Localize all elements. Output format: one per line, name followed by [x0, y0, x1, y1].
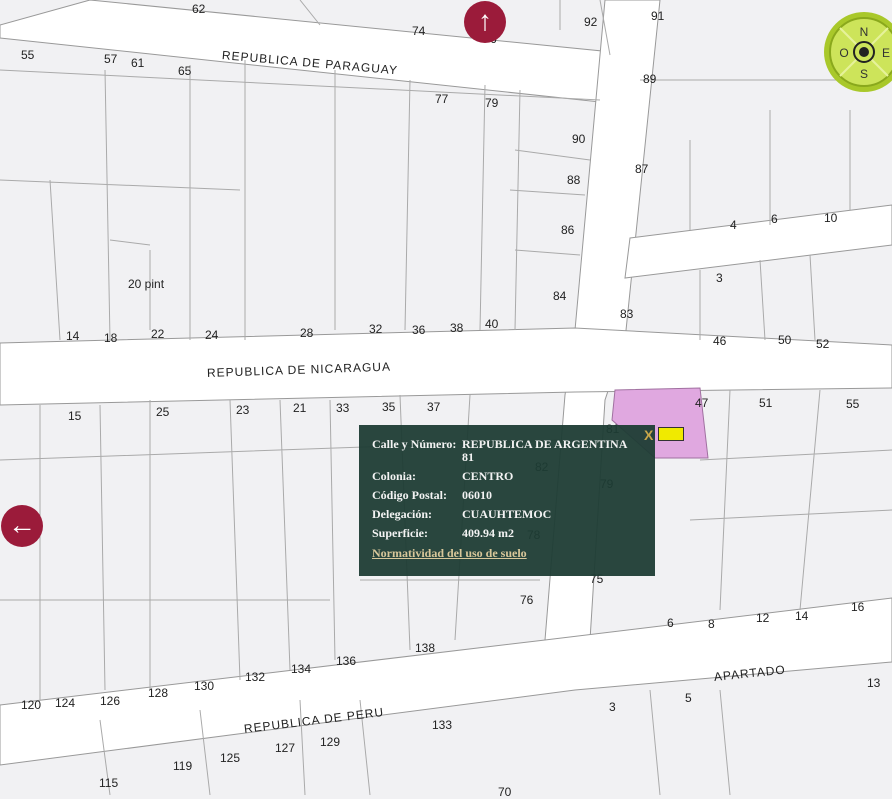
arrow-left-icon: ←	[8, 509, 36, 540]
lot-number: 15	[68, 409, 82, 423]
lot-number: 79	[485, 96, 499, 110]
lot-number: 132	[245, 670, 266, 684]
land-use-link[interactable]: Normatividad del uso de suelo	[372, 546, 527, 560]
info-value: CUAUHTEMOC	[462, 507, 552, 521]
lot-number: 87	[635, 162, 649, 176]
lot-number: 61	[131, 56, 145, 70]
lot-number: 24	[205, 328, 219, 342]
info-value: REPUBLICA DE ARGENTINA 81	[462, 437, 627, 464]
lot-number: 14	[66, 329, 80, 343]
lot-number: 6	[771, 212, 778, 226]
lot-number: 119	[173, 759, 193, 773]
lot-number: 57	[104, 52, 118, 66]
lot-number: 84	[553, 289, 567, 303]
lot-number: 83	[620, 307, 634, 321]
lot-number: 130	[194, 679, 215, 693]
lot-number: 8	[708, 617, 715, 631]
arrow-up-icon: ↑	[478, 5, 492, 36]
lot-number: 134	[291, 662, 312, 676]
info-row: Colonia: CENTRO	[372, 470, 655, 483]
lot-number: 28	[300, 326, 314, 340]
close-popup-button[interactable]: X	[644, 427, 653, 443]
lot-number: 5	[685, 691, 692, 705]
info-key: Colonia:	[372, 469, 417, 483]
lot-number: 90	[572, 132, 586, 146]
info-row: Código Postal: 06010	[372, 489, 655, 502]
lot-number: 32	[369, 322, 383, 336]
lot-number: 91	[651, 9, 665, 23]
lot-number: 92	[584, 15, 598, 29]
lot-number: 37	[427, 400, 441, 414]
lot-number: 55	[846, 397, 860, 411]
lot-number: 46	[713, 334, 727, 348]
lot-number: 25	[156, 405, 170, 419]
lot-number: 74	[412, 24, 426, 38]
lot-number: 3	[609, 700, 616, 714]
lot-number: 22	[151, 327, 165, 341]
lot-number: 136	[336, 654, 357, 668]
info-row: Delegación: CUAUHTEMOC	[372, 508, 655, 521]
lot-number: 129	[320, 735, 341, 749]
info-key: Calle y Número:	[372, 437, 457, 451]
lot-number: 21	[293, 401, 307, 415]
lot-number: 40	[485, 317, 499, 331]
lot-number: 35	[382, 400, 396, 414]
parcel-marker	[658, 427, 684, 441]
info-row: Superficie: 409.94 m2	[372, 527, 655, 540]
lot-number: 20 pint	[128, 277, 165, 291]
lot-number: 88	[567, 173, 581, 187]
lot-number: 51	[759, 396, 773, 410]
lot-number: 124	[55, 696, 76, 710]
compass-east[interactable]: E	[882, 46, 890, 60]
compass-control[interactable]: N S O E	[822, 10, 892, 94]
lot-number: 138	[415, 641, 436, 655]
info-value: 06010	[462, 488, 492, 502]
info-value: 409.94 m2	[462, 526, 514, 540]
info-value: CENTRO	[462, 469, 514, 483]
lot-number: 14	[795, 609, 809, 623]
lot-number: 86	[561, 223, 575, 237]
info-key: Superficie:	[372, 526, 428, 540]
compass-south[interactable]: S	[860, 67, 868, 81]
lot-number: 55	[21, 48, 35, 62]
lot-number: 6	[667, 616, 674, 630]
lot-number: 125	[220, 751, 241, 765]
pan-west-button[interactable]: ←	[1, 505, 43, 547]
lot-number: 4	[730, 218, 737, 232]
lot-number: 65	[178, 64, 192, 78]
lot-number: 18	[104, 331, 118, 345]
info-row: Calle y Número: REPUBLICA DE ARGENTINA 81	[372, 438, 655, 464]
lot-number: 120	[21, 698, 42, 712]
lot-number: 38	[450, 321, 464, 335]
lot-number: 133	[432, 718, 453, 732]
compass-west[interactable]: O	[839, 46, 848, 60]
lot-number: 126	[100, 694, 121, 708]
lot-number: 77	[435, 92, 449, 106]
lot-number: 10	[824, 211, 838, 225]
lot-number: 128	[148, 686, 169, 700]
lot-number: 115	[99, 776, 119, 790]
lot-number: 23	[236, 403, 250, 417]
info-key: Delegación:	[372, 507, 432, 521]
lot-number: 50	[778, 333, 792, 347]
lot-number: 16	[851, 600, 865, 614]
lot-number: 36	[412, 323, 426, 337]
lot-number: 12	[756, 611, 770, 625]
lot-number: 89	[643, 72, 657, 86]
compass-north[interactable]: N	[860, 25, 869, 39]
lot-number: 127	[275, 741, 296, 755]
lot-number: 13	[867, 676, 881, 690]
lot-number: 76	[520, 593, 534, 607]
streets	[0, 0, 892, 766]
info-key: Código Postal:	[372, 488, 447, 502]
parcel-info-popup: Calle y Número: REPUBLICA DE ARGENTINA 81…	[359, 425, 655, 576]
lot-number: 62	[192, 2, 206, 16]
lot-number: 70	[498, 785, 512, 799]
lot-number: 3	[716, 271, 723, 285]
lot-number: 47	[695, 396, 709, 410]
lot-number: 52	[816, 337, 830, 351]
pan-north-button[interactable]: ↑	[464, 1, 506, 43]
lot-number: 33	[336, 401, 350, 415]
